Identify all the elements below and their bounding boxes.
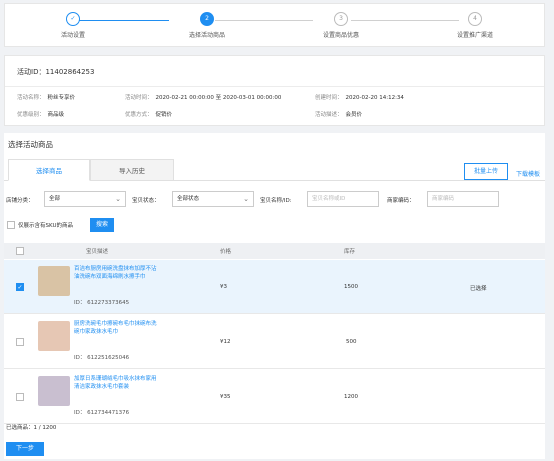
shop-category-select[interactable]: 全部 ⌄ [44, 191, 126, 207]
activity-id-value: 11402864253 [45, 68, 95, 76]
product-id: ID： 612734471376 [74, 410, 130, 416]
status-select[interactable]: 全部状态 ⌄ [172, 191, 254, 207]
activity-created: 创建时间： 2020-02-20 14:12:34 [315, 93, 404, 101]
step-label: 设置商品优惠 [322, 32, 359, 39]
product-thumbnail [38, 376, 70, 406]
discount-level: 优惠级别： 商品级 [17, 110, 64, 118]
step-product-discount: 3 设置商品优惠 [296, 12, 386, 39]
activity-name-key: 活动名称： [17, 95, 45, 101]
product-name-link[interactable]: 百洁布厨房用碗洗盘抹布加厚不沾油洗碗布双面海绵刷水擦手巾 [74, 265, 158, 281]
product-selection-panel: 选择活动商品 选择商品 导入历史 批量上传 下载模板 店铺分类： 全部 ⌄ 宝贝… [4, 133, 545, 459]
activity-created-value: 2020-02-20 14:12:34 [345, 95, 404, 101]
next-step-button[interactable]: 下一步 [6, 442, 44, 456]
product-id: ID： 612251625046 [74, 355, 130, 361]
select-all-checkbox[interactable] [16, 247, 24, 255]
table-row[interactable]: 加厚日系珊瑚绒毛巾吸水抹布家用清洁家政抹水毛巾套装 ID： 6127344713… [4, 370, 545, 424]
activity-time-value: 2020-02-21 00:00:00 至 2020-03-01 00:00:0… [155, 95, 282, 101]
discount-mode: 优惠方式： 促销价 [125, 110, 172, 118]
product-stock: 500 [346, 339, 357, 345]
progress-stepper: ✓ 活动设置 2 选择活动商品 3 设置商品优惠 4 设置推广渠道 [4, 3, 545, 47]
divider [5, 86, 544, 87]
product-name-link[interactable]: 厨房洗碗毛巾擦碗布毛巾抹碗布洗碗巾家政抹水毛巾 [74, 320, 158, 336]
product-stock: 1500 [344, 284, 358, 290]
product-price: ¥35 [220, 394, 231, 400]
download-template-link[interactable]: 下载模板 [516, 169, 540, 178]
merchant-code-input[interactable]: 商家编码 [427, 191, 499, 207]
product-name-label: 宝贝名称/ID: [260, 198, 292, 204]
step-number: 4 [468, 12, 482, 26]
shop-category-label: 店铺分类： [6, 198, 34, 204]
column-desc: 宝贝描述 [86, 249, 109, 255]
status-label: 宝贝状态： [132, 198, 160, 204]
product-id: ID： 612273373645 [74, 300, 130, 306]
step-number: 3 [334, 12, 348, 26]
discount-mode-key: 优惠方式： [125, 112, 153, 118]
product-price: ¥3 [220, 284, 227, 290]
shop-category-value: 全部 [49, 196, 61, 202]
discount-level-value: 商品级 [47, 112, 65, 118]
merchant-code-label: 商家编码： [387, 198, 415, 204]
step-label: 选择活动商品 [188, 32, 225, 39]
row-checkbox[interactable] [16, 393, 24, 401]
step-activity-settings: ✓ 活动设置 [28, 12, 118, 39]
activity-id-label: 活动ID： [17, 68, 46, 76]
selection-count: 已选商品：1 / 1200 [6, 425, 57, 431]
step-label: 活动设置 [60, 32, 85, 39]
status-value: 全部状态 [177, 196, 200, 202]
step-select-products: 2 选择活动商品 [162, 12, 252, 39]
chevron-down-icon: ⌄ [243, 195, 249, 203]
activity-id: 活动ID：11402864253 [17, 67, 94, 77]
activity-created-key: 创建时间： [315, 95, 343, 101]
activity-time-key: 活动时间： [125, 95, 153, 101]
activity-description-value: 会员价 [345, 112, 363, 118]
product-name-input[interactable]: 宝贝名称或ID [307, 191, 379, 207]
step-number: 2 [200, 12, 214, 26]
column-stock: 库存 [344, 249, 356, 255]
discount-level-key: 优惠级别： [17, 112, 45, 118]
row-checkbox[interactable] [16, 338, 24, 346]
column-price: 价格 [220, 249, 232, 255]
section-title: 选择活动商品 [8, 140, 53, 149]
table-row[interactable]: ✓ 百洁布厨房用碗洗盘抹布加厚不沾油洗碗布双面海绵刷水擦手巾 ID： 61227… [4, 260, 545, 314]
table-header: 宝贝描述 价格 库存 [4, 243, 545, 259]
step-label: 设置推广渠道 [456, 32, 493, 39]
activity-time: 活动时间： 2020-02-21 00:00:00 至 2020-03-01 00… [125, 93, 281, 101]
product-stock: 1200 [344, 394, 358, 400]
step-promotion-channel: 4 设置推广渠道 [430, 12, 520, 39]
tab-select-products[interactable]: 选择商品 [8, 159, 90, 181]
table-row[interactable]: 厨房洗碗毛巾擦碗布毛巾抹碗布洗碗巾家政抹水毛巾 ID： 612251625046… [4, 315, 545, 369]
discount-mode-value: 促销价 [155, 112, 173, 118]
product-thumbnail [38, 321, 70, 351]
sku-only-checkbox[interactable] [7, 221, 15, 229]
sku-only-label: 仅展示含有SKU的商品 [18, 223, 73, 229]
check-icon: ✓ [66, 12, 80, 26]
row-checkbox[interactable]: ✓ [16, 283, 24, 291]
tab-import-history[interactable]: 导入历史 [90, 159, 174, 181]
chevron-down-icon: ⌄ [115, 195, 121, 203]
activity-info-panel: 活动ID：11402864253 活动名称： 粉丝专享价 活动时间： 2020-02… [4, 55, 545, 126]
search-button[interactable]: 搜索 [90, 218, 114, 232]
activity-name: 活动名称： 粉丝专享价 [17, 93, 75, 101]
activity-description: 活动描述： 会员价 [315, 110, 362, 118]
bulk-upload-button[interactable]: 批量上传 [464, 163, 508, 180]
activity-description-key: 活动描述： [315, 112, 343, 118]
activity-name-value: 粉丝专享价 [47, 95, 76, 101]
product-thumbnail [38, 266, 70, 296]
selection-status: 已选择 [470, 286, 487, 292]
product-price: ¥12 [220, 339, 231, 345]
product-name-link[interactable]: 加厚日系珊瑚绒毛巾吸水抹布家用清洁家政抹水毛巾套装 [74, 375, 158, 391]
